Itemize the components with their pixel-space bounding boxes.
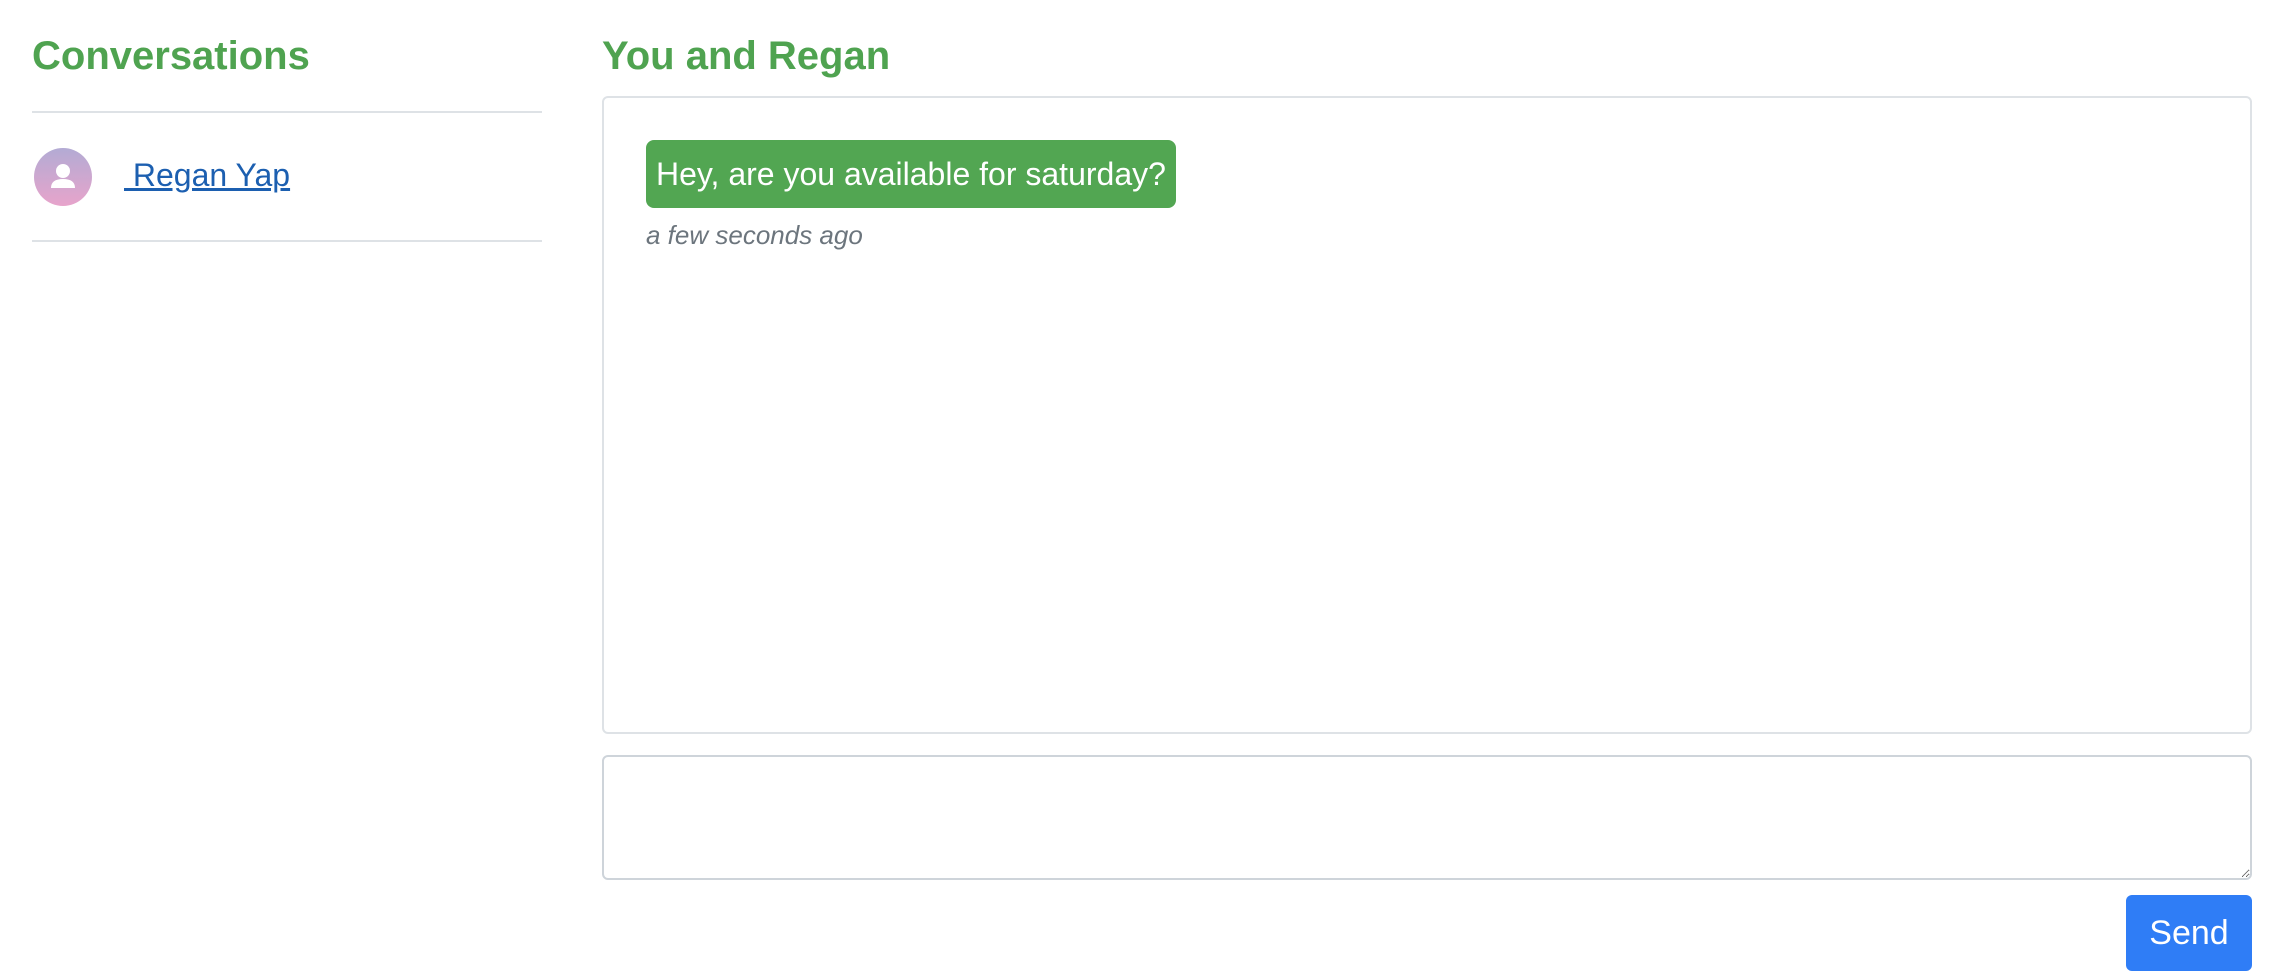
- conversation-link[interactable]: Regan Yap: [124, 153, 290, 197]
- sidebar-divider: [32, 240, 542, 242]
- messages-panel[interactable]: Hey, are you available for saturday? a f…: [602, 96, 2252, 734]
- message-input[interactable]: [602, 755, 2252, 880]
- message-timestamp: a few seconds ago: [646, 220, 863, 250]
- send-button[interactable]: Send: [2126, 895, 2252, 971]
- user-avatar-icon: [34, 148, 92, 206]
- message-bubble: Hey, are you available for saturday?: [646, 140, 1176, 208]
- sidebar-divider: [32, 111, 542, 113]
- chat-title: You and Regan: [602, 34, 891, 78]
- conversation-item[interactable]: Regan Yap: [32, 146, 542, 208]
- sidebar-title: Conversations: [32, 34, 310, 78]
